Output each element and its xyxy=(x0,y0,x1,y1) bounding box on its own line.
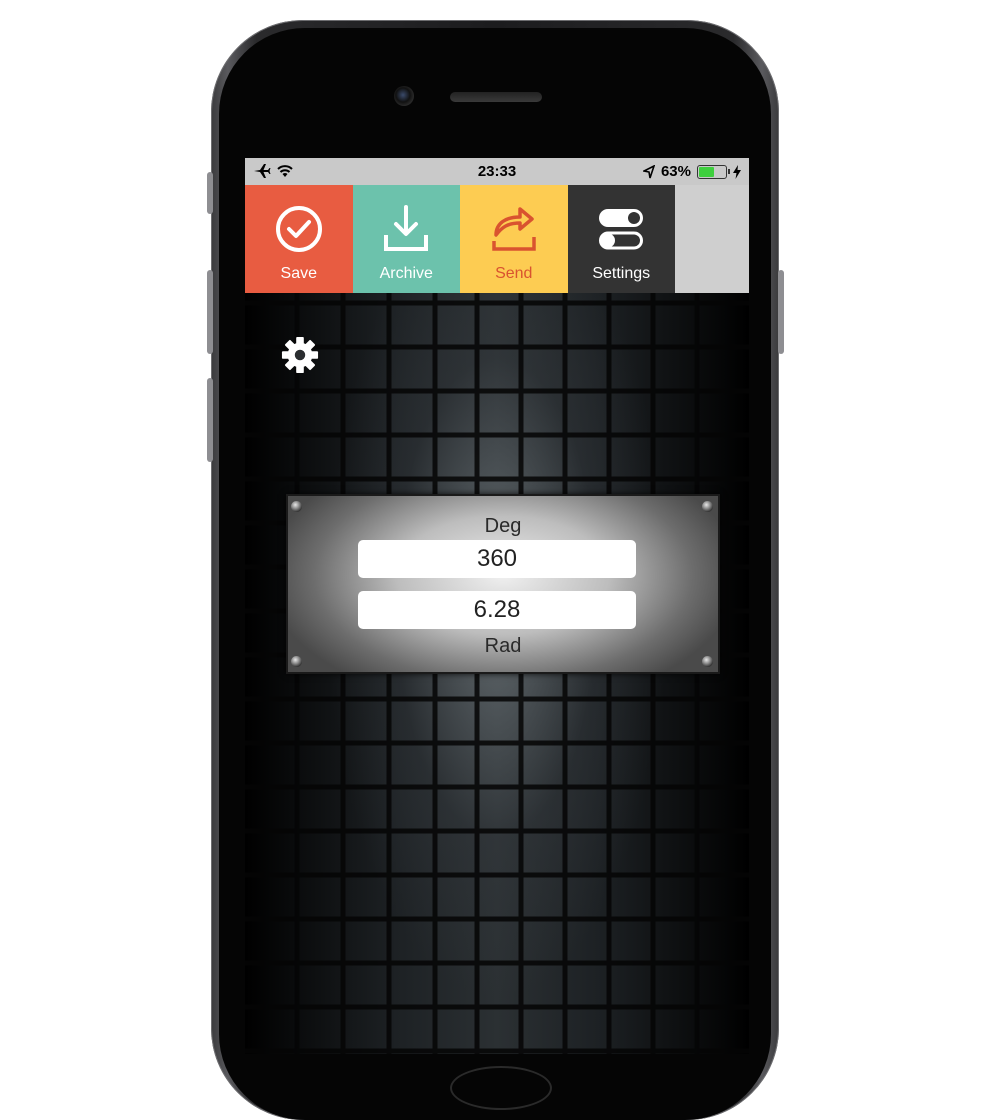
toggles-icon xyxy=(599,209,644,250)
save-button[interactable]: Save xyxy=(245,185,353,293)
status-bar: 23:33 63% xyxy=(245,158,749,185)
volume-down-button xyxy=(207,378,213,462)
home-button xyxy=(450,1066,552,1110)
volume-up-button xyxy=(207,270,213,354)
battery-icon xyxy=(697,164,730,179)
settings-label: Settings xyxy=(592,265,651,282)
converter-plate: Deg 360 6.28 Rad xyxy=(286,494,720,674)
rad-label: Rad xyxy=(484,635,522,657)
charging-bolt-icon xyxy=(733,164,741,179)
share-arrow-icon xyxy=(492,207,536,251)
action-toolbar: Save Archive Send Settings xyxy=(245,185,749,293)
location-arrow-icon xyxy=(642,164,655,178)
deg-label: Deg xyxy=(484,515,522,537)
check-circle-icon xyxy=(275,206,322,252)
screw-top-left xyxy=(291,501,302,512)
save-label: Save xyxy=(280,265,317,282)
archive-label: Archive xyxy=(379,265,433,282)
send-button[interactable]: Send xyxy=(460,185,568,293)
screw-top-right xyxy=(702,501,713,512)
battery-percent: 63% xyxy=(660,163,691,180)
earpiece-speaker xyxy=(450,92,542,102)
front-camera xyxy=(394,86,414,106)
deg-input[interactable]: 360 xyxy=(358,540,636,578)
screen: 23:33 63% Save Archive Send Settings Deg… xyxy=(245,158,749,1054)
send-label: Send xyxy=(495,265,533,282)
rad-input[interactable]: 6.28 xyxy=(358,591,636,629)
status-right: 63% xyxy=(642,163,741,180)
battery-fill xyxy=(699,166,715,177)
mute-switch xyxy=(207,172,213,214)
settings-button[interactable]: Settings xyxy=(567,185,675,293)
download-tray-icon xyxy=(384,205,429,251)
gear-icon[interactable] xyxy=(281,336,319,374)
archive-button[interactable]: Archive xyxy=(352,185,460,293)
power-button xyxy=(778,270,784,354)
